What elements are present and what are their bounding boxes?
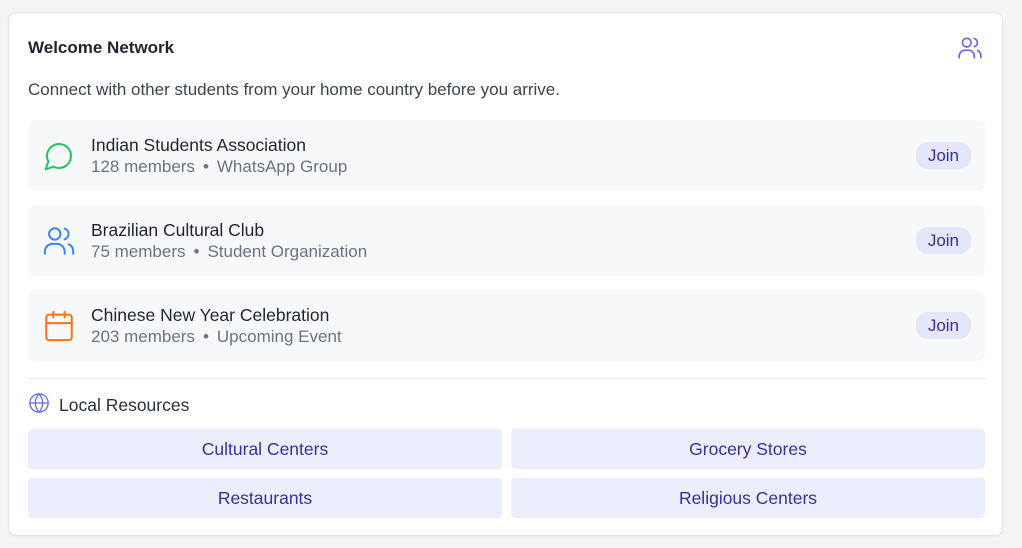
group-name: Brazilian Cultural Club xyxy=(91,219,265,240)
section-divider xyxy=(28,378,985,379)
group-meta: 203 members • Upcoming Event xyxy=(91,326,916,348)
users-icon xyxy=(956,34,984,62)
cultural-centers-button[interactable]: Cultural Centers xyxy=(28,429,502,469)
globe-icon xyxy=(28,392,50,419)
group-type: WhatsApp Group xyxy=(216,156,348,176)
card-title: Welcome Network xyxy=(28,38,175,57)
group-name: Indian Students Association xyxy=(91,134,307,155)
meta-separator: • xyxy=(202,156,209,176)
group-meta: 75 members • Student Organization xyxy=(91,241,916,263)
group-item-indian-students: Indian Students Association 128 members •… xyxy=(28,120,985,191)
resource-buttons: Cultural Centers Grocery Stores Restaura… xyxy=(28,429,985,518)
group-name: Chinese New Year Celebration xyxy=(91,304,330,325)
group-meta: 128 members • WhatsApp Group xyxy=(91,156,916,178)
group-info: Indian Students Association 128 members •… xyxy=(91,134,916,178)
group-item-brazilian-club: Brazilian Cultural Club 75 members • Stude… xyxy=(28,205,985,276)
join-button[interactable]: Join xyxy=(915,142,971,169)
join-button[interactable]: Join xyxy=(915,227,971,254)
group-members: 75 members xyxy=(91,241,186,261)
group-members: 128 members xyxy=(91,156,195,176)
local-resources-label: Local Resources xyxy=(59,394,190,415)
users-icon xyxy=(42,224,76,258)
join-button[interactable]: Join xyxy=(915,312,971,339)
group-item-chinese-new-year: Chinese New Year Celebration 203 members… xyxy=(28,290,985,361)
group-info: Brazilian Cultural Club 75 members • Stude… xyxy=(91,219,916,263)
meta-separator: • xyxy=(202,326,209,346)
local-resources-heading: Local Resources xyxy=(28,392,190,419)
group-type: Upcoming Event xyxy=(216,326,342,346)
group-members: 203 members xyxy=(91,326,195,346)
message-circle-icon xyxy=(42,139,76,173)
group-info: Chinese New Year Celebration 203 members… xyxy=(91,304,916,348)
group-list: Indian Students Association 128 members •… xyxy=(28,120,985,375)
grocery-stores-button[interactable]: Grocery Stores xyxy=(511,429,985,469)
religious-centers-button[interactable]: Religious Centers xyxy=(511,478,985,518)
group-type: Student Organization xyxy=(207,241,368,261)
card-header: Welcome Network xyxy=(28,35,984,61)
card-subtitle: Connect with other students from your ho… xyxy=(28,80,560,99)
calendar-icon xyxy=(42,309,76,343)
restaurants-button[interactable]: Restaurants xyxy=(28,478,502,518)
meta-separator: • xyxy=(193,241,200,261)
welcome-network-card: Welcome Network Connect with other stude… xyxy=(8,12,1003,536)
